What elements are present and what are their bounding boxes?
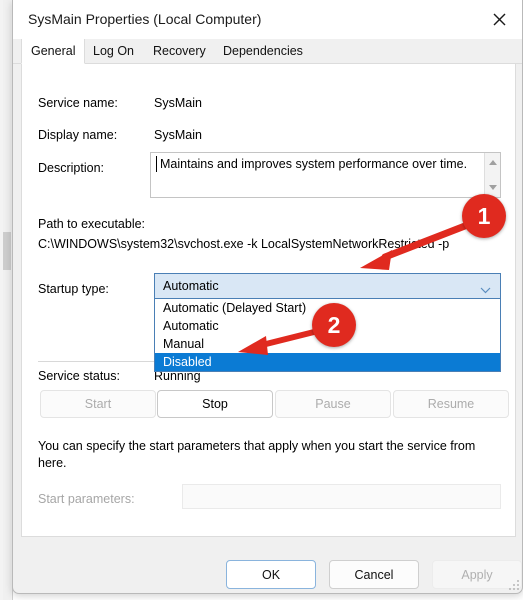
background-scrollbar-track — [3, 0, 11, 600]
background-scrollbar-thumb[interactable] — [3, 232, 11, 270]
service-status-label: Service status: — [38, 369, 120, 383]
resize-grip[interactable] — [507, 578, 519, 590]
scroll-down-icon[interactable] — [485, 180, 501, 195]
start-parameters-info: You can specify the start parameters tha… — [38, 438, 498, 472]
startup-type-selected-value: Automatic — [163, 279, 219, 293]
ok-button[interactable]: OK — [226, 560, 316, 589]
pause-button[interactable]: Pause — [275, 390, 391, 418]
description-value: Maintains and improves system performanc… — [156, 156, 468, 172]
window-title: SysMain Properties (Local Computer) — [28, 11, 261, 27]
general-tab-panel: Service name: SysMain Display name: SysM… — [21, 64, 516, 537]
chevron-down-icon — [480, 283, 491, 297]
scroll-up-icon[interactable] — [485, 155, 501, 170]
display-name-value: SysMain — [154, 128, 202, 142]
dropdown-option-automatic-delayed[interactable]: Automatic (Delayed Start) — [155, 299, 500, 317]
close-icon[interactable] — [476, 0, 522, 38]
tab-log-on[interactable]: Log On — [84, 39, 143, 64]
resume-button[interactable]: Resume — [393, 390, 509, 418]
stop-button[interactable]: Stop — [157, 390, 273, 418]
dropdown-option-manual[interactable]: Manual — [155, 335, 500, 353]
startup-type-dropdown-list[interactable]: Automatic (Delayed Start) Automatic Manu… — [154, 299, 501, 372]
path-to-executable-label: Path to executable: — [38, 217, 145, 231]
display-name-label: Display name: — [38, 128, 117, 142]
description-textarea[interactable]: Maintains and improves system performanc… — [150, 152, 501, 198]
tab-strip: General Log On Recovery Dependencies — [13, 39, 522, 64]
service-name-value: SysMain — [154, 96, 202, 110]
start-parameters-input[interactable] — [182, 484, 501, 509]
tab-dependencies[interactable]: Dependencies — [214, 39, 312, 64]
title-bar: SysMain Properties (Local Computer) — [13, 0, 522, 40]
path-to-executable-value: C:\WINDOWS\system32\svchost.exe -k Local… — [38, 237, 449, 251]
dropdown-option-disabled[interactable]: Disabled — [155, 353, 500, 371]
service-properties-dialog: SysMain Properties (Local Computer) Gene… — [12, 0, 523, 594]
service-name-label: Service name: — [38, 96, 118, 110]
description-label: Description: — [38, 161, 104, 175]
tab-recovery[interactable]: Recovery — [144, 39, 215, 64]
startup-type-label: Startup type: — [38, 282, 109, 296]
startup-type-combobox[interactable]: Automatic — [154, 273, 501, 299]
tab-general[interactable]: General — [21, 39, 85, 64]
dropdown-option-automatic[interactable]: Automatic — [155, 317, 500, 335]
start-button[interactable]: Start — [40, 390, 156, 418]
start-parameters-label: Start parameters: — [38, 492, 135, 506]
description-scrollbar[interactable] — [484, 153, 500, 197]
cancel-button[interactable]: Cancel — [329, 560, 419, 589]
